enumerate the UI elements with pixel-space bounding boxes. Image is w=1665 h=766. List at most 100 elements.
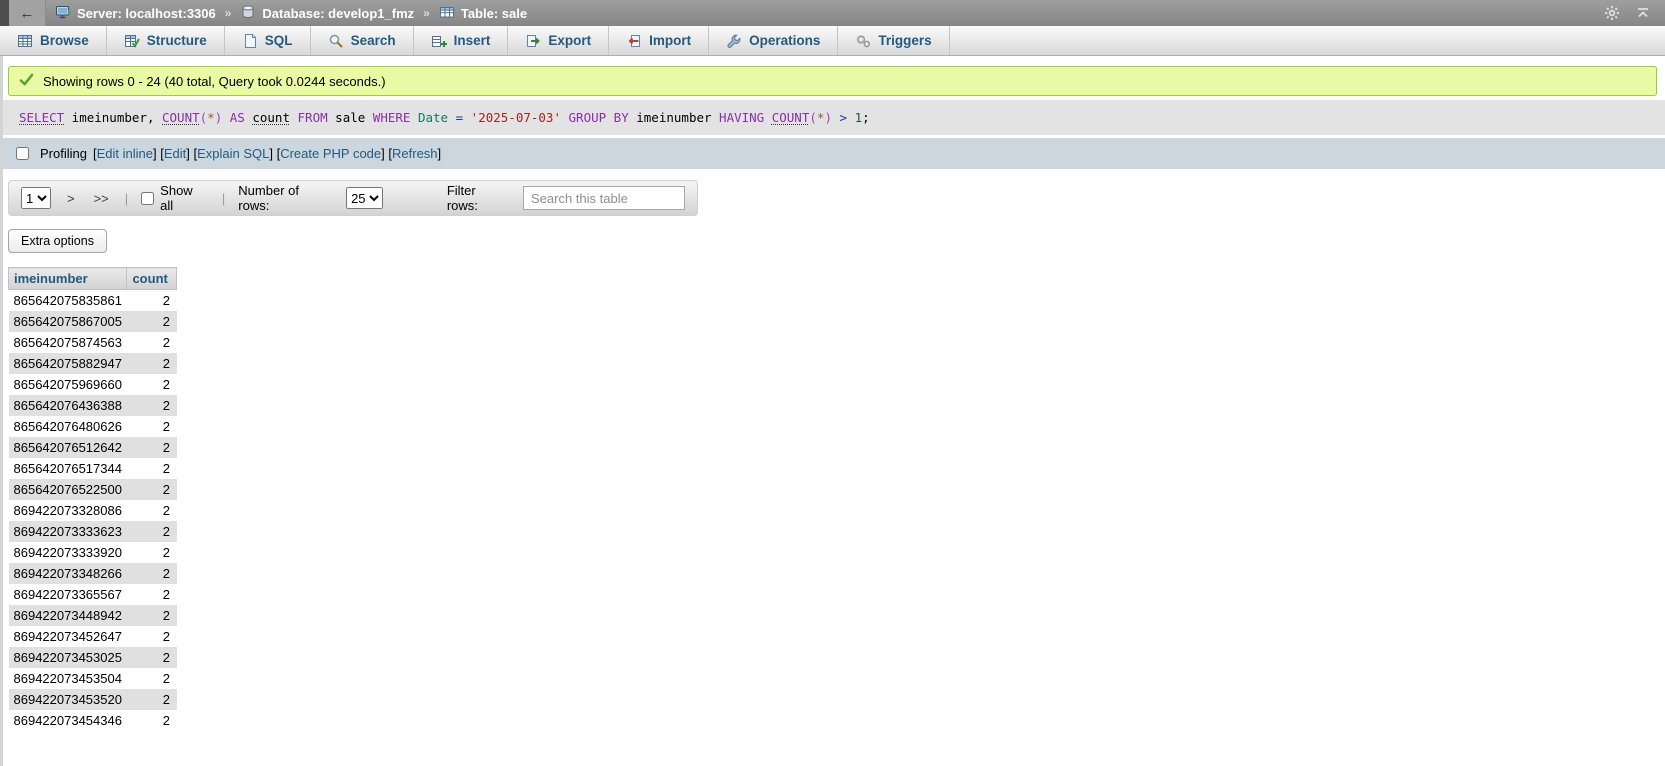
next-page-link[interactable]: > [64,191,78,206]
column-header-imeinumber[interactable]: imeinumber [9,268,127,290]
breadcrumb-separator: » [423,6,430,20]
imeinumber-cell: 869422073448942 [9,605,127,626]
sql-token [847,110,855,125]
tab-search[interactable]: Search [311,26,414,55]
imeinumber-cell: 865642075969660 [9,374,127,395]
tab-triggers[interactable]: Triggers [838,26,949,55]
table-row: 8694220734535042 [9,668,177,689]
count-cell: 2 [127,290,177,311]
column-header-count[interactable]: count [127,268,177,290]
page-select[interactable]: 1 [21,187,51,209]
extra-options-button[interactable]: Extra options [8,229,107,253]
breadcrumb-server-label: Server: localhost:3306 [77,6,216,21]
sql-token: Date [418,110,448,125]
tab-search-label: Search [351,33,396,48]
query-status-message: Showing rows 0 - 24 (40 total, Query too… [8,66,1657,96]
breadcrumb-database-label: Database: develop1_fmz [262,6,414,21]
sql-token: imeinumber [629,110,719,125]
number-of-rows-select[interactable]: 25 [346,187,383,209]
insert-icon [431,33,447,49]
sql-token[interactable]: SELECT [19,110,64,125]
query-action-edit[interactable]: Edit [164,146,186,161]
sql-token [222,110,230,125]
sql-token[interactable]: COUNT [772,110,810,125]
triggers-icon [855,33,871,49]
profiling-checkbox[interactable] [16,147,29,160]
count-cell: 2 [127,605,177,626]
tab-operations-label: Operations [749,33,820,48]
sql-token: WHERE [373,110,411,125]
breadcrumb-database[interactable]: Database: develop1_fmz [240,4,414,23]
count-cell: 2 [127,710,177,731]
operations-icon [726,33,742,49]
table-row: 8656420758670052 [9,311,177,332]
success-check-icon [19,72,34,90]
tab-insert[interactable]: Insert [414,26,509,55]
breadcrumb-table-label: Table: sale [461,6,527,21]
table-icon [439,4,455,23]
tab-import-label: Import [649,33,691,48]
settings-icon[interactable] [1604,5,1620,21]
tab-export[interactable]: Export [508,26,609,55]
collapse-icon[interactable] [1635,5,1651,21]
table-row: 8694220734535202 [9,689,177,710]
export-icon [525,33,541,49]
last-page-link[interactable]: >> [91,191,112,206]
tab-structure-label: Structure [147,33,207,48]
sql-token [448,110,456,125]
tab-structure[interactable]: Structure [107,26,225,55]
sql-token: sale [328,110,373,125]
table-row: 8656420758829472 [9,353,177,374]
query-action-refresh[interactable]: Refresh [392,146,438,161]
tab-sql[interactable]: SQL [225,26,311,55]
sql-token [463,110,471,125]
table-row: 8656420765225002 [9,479,177,500]
import-icon [626,33,642,49]
query-action-links: [ Edit inline ] [ Edit ] [ Explain SQL ]… [93,146,441,161]
table-row: 8694220733336232 [9,521,177,542]
tab-import[interactable]: Import [609,26,709,55]
imeinumber-cell: 869422073453025 [9,647,127,668]
sql-token[interactable]: count [252,110,290,125]
tab-browse[interactable]: Browse [0,26,107,55]
count-cell: 2 [127,521,177,542]
imeinumber-cell: 869422073452647 [9,626,127,647]
imeinumber-cell: 869422073454346 [9,710,127,731]
table-row: 8656420758745632 [9,332,177,353]
imeinumber-cell: 865642076517344 [9,458,127,479]
sql-token: > [840,110,848,125]
imeinumber-cell: 869422073333920 [9,542,127,563]
query-action-explain-sql[interactable]: Explain SQL [197,146,269,161]
filter-rows-input[interactable] [523,186,685,210]
imeinumber-cell: 869422073333623 [9,521,127,542]
breadcrumb-table[interactable]: Table: sale [439,4,527,23]
table-tabs: Browse Structure SQL Search Insert Expor… [0,26,1665,56]
count-cell: 2 [127,332,177,353]
sql-token[interactable]: COUNT [162,110,200,125]
count-cell: 2 [127,416,177,437]
query-action-edit-inline[interactable]: Edit inline [97,146,153,161]
count-cell: 2 [127,689,177,710]
results-tbody: 8656420758358612865642075867005286564207… [9,290,177,731]
back-button[interactable]: ← [9,0,46,26]
profiling-label: Profiling [40,146,87,161]
nav-collapse-rail[interactable] [0,56,3,766]
count-cell: 2 [127,563,177,584]
count-cell: 2 [127,542,177,563]
tab-browse-label: Browse [40,33,89,48]
sql-token: imeinumber, [64,110,162,125]
tab-operations[interactable]: Operations [709,26,838,55]
table-row: 8656420765126422 [9,437,177,458]
query-action-create-php-code[interactable]: Create PHP code [280,146,381,161]
imeinumber-cell: 865642075874563 [9,332,127,353]
imeinumber-cell: 865642075867005 [9,311,127,332]
count-cell: 2 [127,395,177,416]
count-cell: 2 [127,479,177,500]
table-row: 8656420759696602 [9,374,177,395]
show-all-checkbox[interactable] [141,192,154,205]
sql-query: SELECT imeinumber, COUNT(*) AS count FRO… [3,100,1665,135]
breadcrumb-server[interactable]: Server: localhost:3306 [55,4,216,23]
sql-token: AS [230,110,245,125]
imeinumber-cell: 869422073348266 [9,563,127,584]
sql-token [410,110,418,125]
